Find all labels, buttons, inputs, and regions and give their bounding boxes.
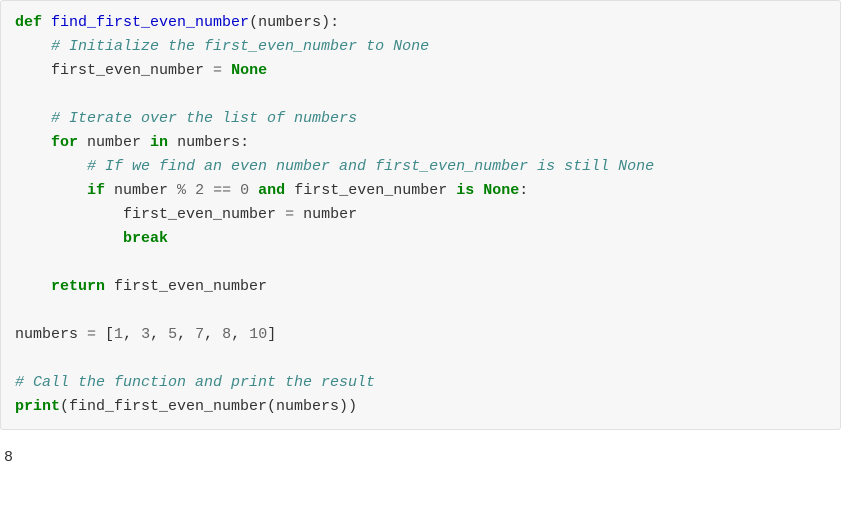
operator-assign: = <box>213 62 222 79</box>
comment: # If we find an even number and first_ev… <box>87 158 654 175</box>
code-line-6: for number in numbers: <box>15 131 826 155</box>
number-literal: 0 <box>240 182 249 199</box>
code-line-1: def find_first_even_number(numbers): <box>15 11 826 35</box>
code-line-12: return first_even_number <box>15 275 826 299</box>
number-literal: 5 <box>168 326 177 343</box>
number-literal: 2 <box>195 182 204 199</box>
function-name: find_first_even_number <box>51 14 249 31</box>
code-line-5: # Iterate over the list of numbers <box>15 107 826 131</box>
output-block: 8 <box>0 438 841 474</box>
code-line-14: numbers = [1, 3, 5, 7, 8, 10] <box>15 323 826 347</box>
code-line-16: # Call the function and print the result <box>15 371 826 395</box>
keyword-def: def <box>15 14 42 31</box>
operator-eq: == <box>213 182 231 199</box>
keyword-is: is <box>456 182 474 199</box>
keyword-in: in <box>150 134 168 151</box>
number-literal: 10 <box>249 326 267 343</box>
code-line-11 <box>15 251 826 275</box>
operator-mod: % <box>177 182 186 199</box>
code-line-4 <box>15 83 826 107</box>
code-line-15 <box>15 347 826 371</box>
output-text: 8 <box>4 449 13 466</box>
code-block: def find_first_even_number(numbers): # I… <box>0 0 841 430</box>
operator-assign: = <box>285 206 294 223</box>
number-literal: 8 <box>222 326 231 343</box>
keyword-if: if <box>87 182 105 199</box>
number-literal: 7 <box>195 326 204 343</box>
paren-params: (numbers): <box>249 14 339 31</box>
number-literal: 1 <box>114 326 123 343</box>
keyword-return: return <box>51 278 105 295</box>
code-line-13 <box>15 299 826 323</box>
variable: first_even_number <box>51 62 213 79</box>
code-line-2: # Initialize the first_even_number to No… <box>15 35 826 59</box>
code-line-10: break <box>15 227 826 251</box>
code-line-3: first_even_number = None <box>15 59 826 83</box>
code-line-7: # If we find an even number and first_ev… <box>15 155 826 179</box>
keyword-break: break <box>123 230 168 247</box>
builtin-print: print <box>15 398 60 415</box>
operator-assign: = <box>87 326 96 343</box>
number-literal: 3 <box>141 326 150 343</box>
none-literal: None <box>231 62 267 79</box>
comment: # Iterate over the list of numbers <box>51 110 357 127</box>
keyword-for: for <box>51 134 78 151</box>
none-literal: None <box>483 182 519 199</box>
code-line-8: if number % 2 == 0 and first_even_number… <box>15 179 826 203</box>
code-line-9: first_even_number = number <box>15 203 826 227</box>
code-line-17: print(find_first_even_number(numbers)) <box>15 395 826 419</box>
comment: # Call the function and print the result <box>15 374 375 391</box>
comment: # Initialize the first_even_number to No… <box>51 38 429 55</box>
keyword-and: and <box>258 182 285 199</box>
